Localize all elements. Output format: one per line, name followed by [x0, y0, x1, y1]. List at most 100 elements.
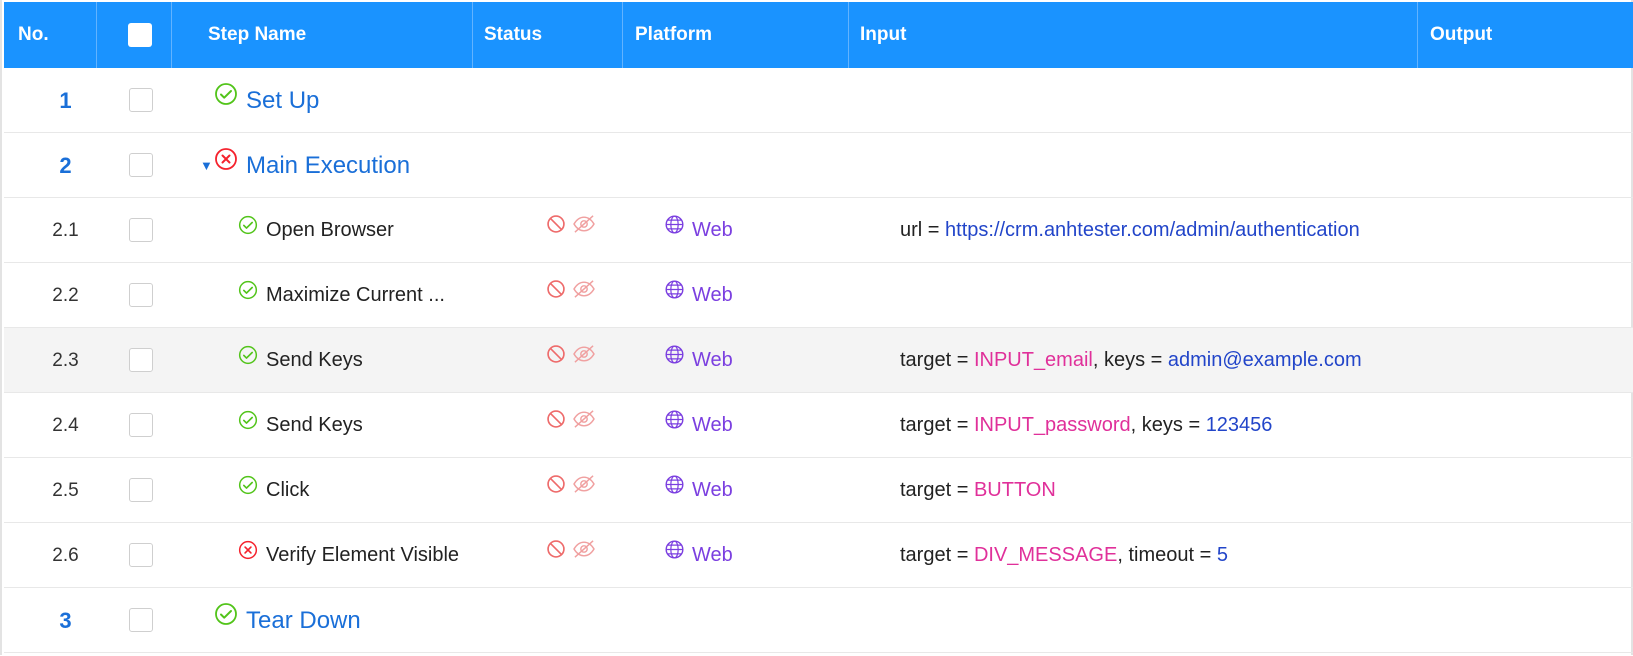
eye-off-icon[interactable] [572, 197, 596, 262]
header-output[interactable]: Output [1418, 2, 1633, 68]
row-checkbox[interactable] [129, 413, 153, 437]
table-header: No. Step Name Status Platform Input Outp… [4, 2, 1633, 68]
status-cell [546, 263, 596, 328]
row-checkbox[interactable] [129, 348, 153, 372]
eye-off-icon[interactable] [572, 327, 596, 392]
input-value: 123456 [1205, 414, 1273, 436]
table-row[interactable]: 2.4 Send Keys Web target = INPUT_password, … [4, 393, 1633, 458]
table-row[interactable]: 2.1 Open Browser Web url = https://crm.anht… [4, 198, 1633, 263]
ban-icon[interactable] [546, 392, 566, 457]
table-row[interactable]: 2.6 Verify Element Visible Web target = DIV… [4, 523, 1633, 588]
platform-label: Web [692, 219, 733, 241]
input-value: DIV_MESSAGE [973, 544, 1118, 566]
status-cell [546, 458, 596, 523]
check-circle-icon [238, 458, 258, 523]
status-cell [546, 523, 596, 588]
step-number: 1 [59, 88, 72, 113]
globe-icon [664, 262, 685, 327]
eye-off-icon[interactable] [572, 262, 596, 327]
table-row[interactable]: 3 Tear Down [4, 588, 1633, 653]
platform-cell: Web [664, 328, 733, 393]
platform-label: Web [692, 414, 733, 436]
step-name[interactable]: Send Keys [266, 414, 363, 436]
input-key: , keys = [1130, 414, 1206, 436]
step-number: 3 [59, 608, 72, 633]
header-no: No. [4, 2, 97, 68]
eye-off-icon[interactable] [572, 522, 596, 587]
row-checkbox[interactable] [129, 153, 153, 177]
table-body: 1 Set Up 2 ▼ Main Execution 2.1 Open Browser We… [4, 68, 1633, 653]
step-number: 2.2 [52, 285, 79, 306]
platform-label: Web [692, 349, 733, 371]
select-all-checkbox[interactable] [128, 23, 152, 47]
step-number: 2.5 [52, 480, 79, 501]
step-number: 2.1 [52, 220, 79, 241]
input-cell: target = DIV_MESSAGE, timeout = 5 [900, 523, 1228, 588]
step-number: 2.3 [52, 350, 79, 371]
input-key: target = [900, 544, 974, 566]
step-name[interactable]: Maximize Current ... [266, 284, 445, 306]
globe-icon [664, 522, 685, 587]
input-value: https://crm.anhtester.com/admin/authenti… [945, 219, 1360, 241]
input-key: target = [900, 349, 974, 371]
step-name[interactable]: Click [266, 479, 309, 501]
row-checkbox[interactable] [129, 608, 153, 632]
step-number: 2.6 [52, 545, 79, 566]
platform-label: Web [692, 479, 733, 501]
header-status[interactable]: Status [473, 2, 623, 68]
ban-icon[interactable] [546, 327, 566, 392]
input-value: BUTTON [973, 479, 1056, 501]
table-row[interactable]: 2.3 Send Keys Web target = INPUT_email, key… [4, 328, 1633, 393]
check-circle-icon [238, 393, 258, 458]
platform-cell: Web [664, 263, 733, 328]
input-key: , keys = [1092, 349, 1168, 371]
ban-icon[interactable] [546, 457, 566, 522]
ban-icon[interactable] [546, 262, 566, 327]
platform-cell: Web [664, 393, 733, 458]
row-checkbox[interactable] [129, 218, 153, 242]
table-row[interactable]: 2.2 Maximize Current ... Web [4, 263, 1633, 328]
row-checkbox[interactable] [129, 88, 153, 112]
step-name[interactable]: Set Up [246, 87, 319, 114]
step-name[interactable]: Main Execution [246, 152, 410, 179]
row-checkbox[interactable] [129, 283, 153, 307]
row-checkbox[interactable] [129, 543, 153, 567]
platform-cell: Web [664, 198, 733, 263]
platform-cell: Web [664, 458, 733, 523]
globe-icon [664, 327, 685, 392]
platform-label: Web [692, 284, 733, 306]
table-row[interactable]: 1 Set Up [4, 68, 1633, 133]
row-checkbox[interactable] [129, 478, 153, 502]
check-circle-icon [238, 263, 258, 328]
globe-icon [664, 457, 685, 522]
table-row[interactable]: 2.5 Click Web target = BUTTON [4, 458, 1633, 523]
input-key: , timeout = [1117, 544, 1217, 566]
collapse-caret-icon[interactable]: ▼ [200, 158, 213, 173]
check-circle-icon [214, 69, 238, 134]
eye-off-icon[interactable] [572, 457, 596, 522]
ban-icon[interactable] [546, 522, 566, 587]
step-name[interactable]: Send Keys [266, 349, 363, 371]
step-name[interactable]: Tear Down [246, 607, 361, 634]
status-cell [546, 198, 596, 263]
input-key: target = [900, 414, 974, 436]
header-step-name[interactable]: Step Name [172, 2, 473, 68]
input-value: admin@example.com [1167, 349, 1362, 371]
test-steps-panel: No. Step Name Status Platform Input Outp… [0, 0, 1633, 655]
header-platform[interactable]: Platform [623, 2, 849, 68]
x-circle-icon [238, 523, 258, 588]
header-input[interactable]: Input [849, 2, 1418, 68]
ban-icon[interactable] [546, 197, 566, 262]
input-cell: target = BUTTON [900, 458, 1056, 523]
platform-cell: Web [664, 523, 733, 588]
input-cell: url = https://crm.anhtester.com/admin/au… [900, 198, 1360, 263]
input-key: url = [900, 219, 946, 241]
step-number: 2.4 [52, 415, 79, 436]
table-row[interactable]: 2 ▼ Main Execution [4, 133, 1633, 198]
steps-table: No. Step Name Status Platform Input Outp… [4, 2, 1633, 653]
eye-off-icon[interactable] [572, 392, 596, 457]
step-name[interactable]: Verify Element Visible [266, 544, 459, 566]
check-circle-icon [214, 589, 238, 654]
check-circle-icon [238, 198, 258, 263]
step-name[interactable]: Open Browser [266, 219, 394, 241]
